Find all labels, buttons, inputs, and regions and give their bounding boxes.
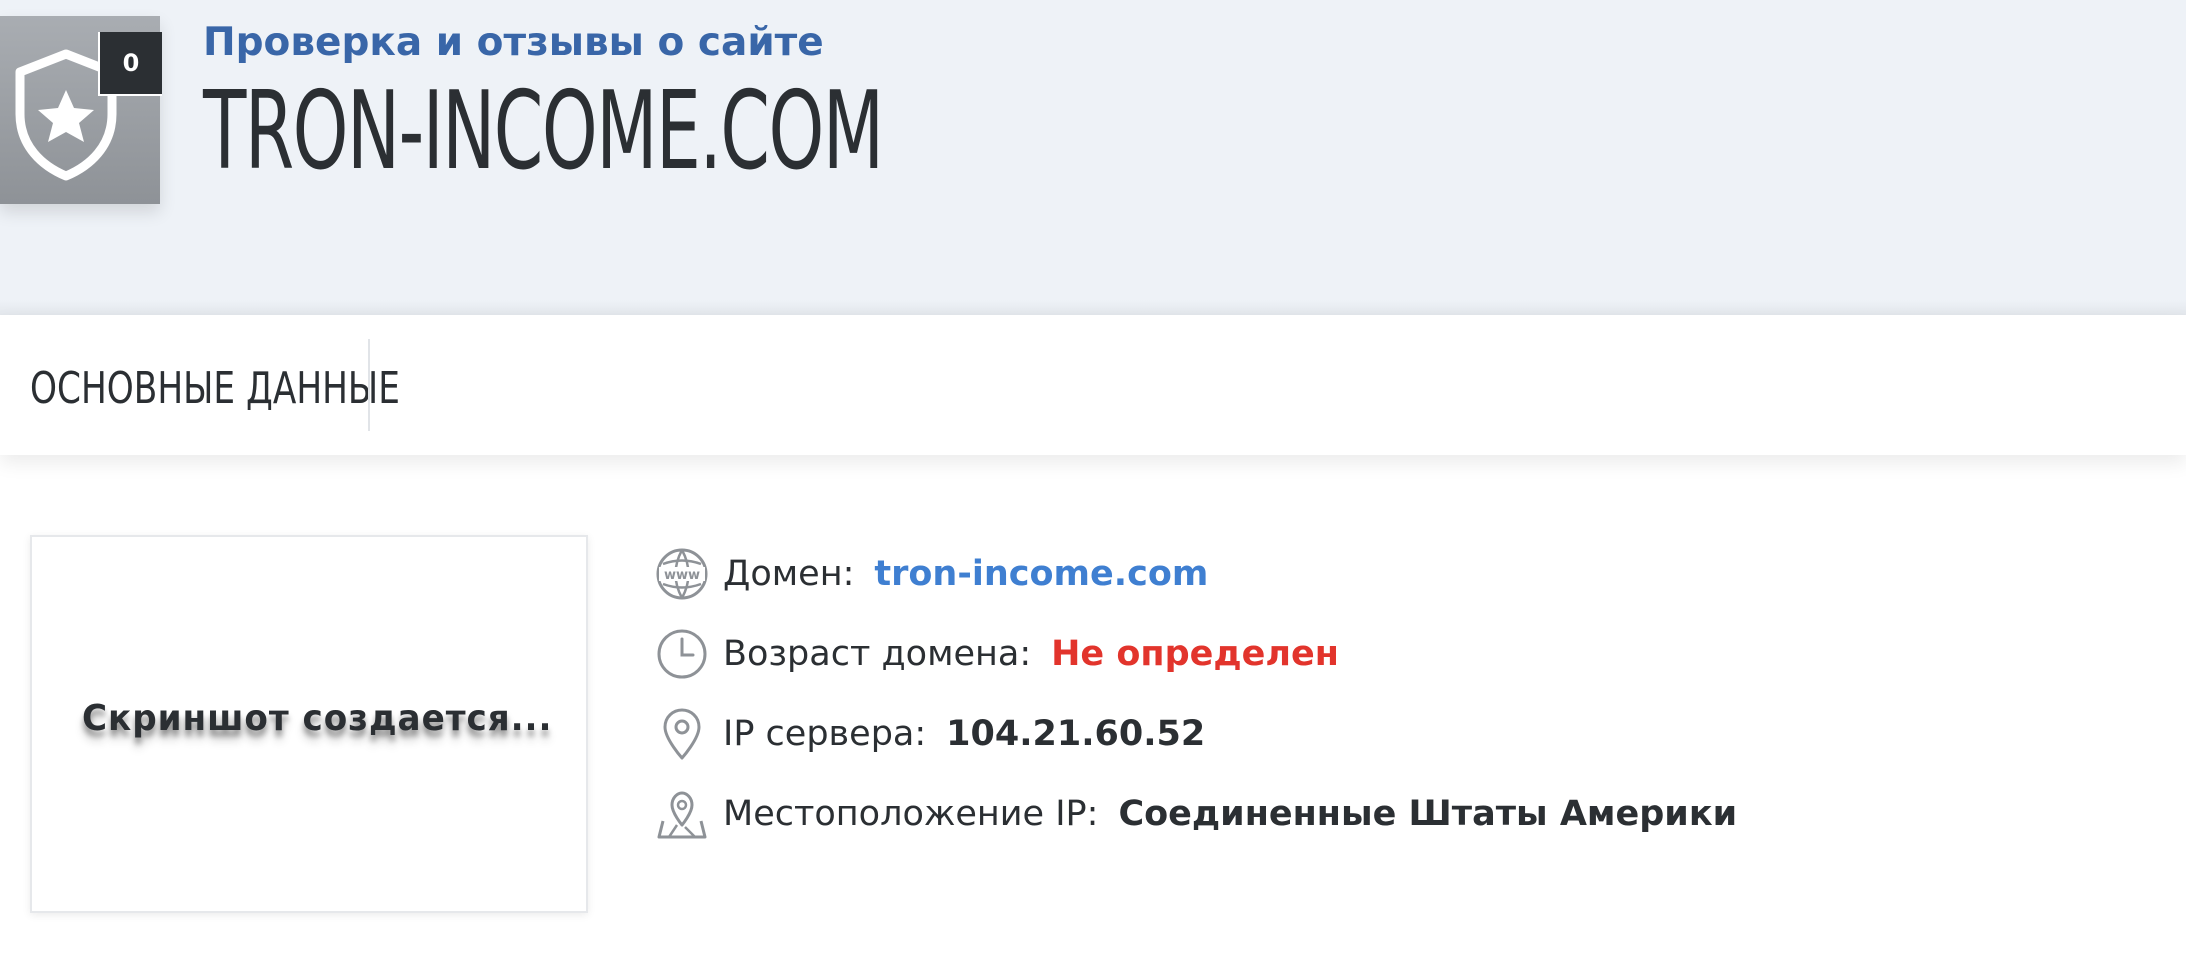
tabs-bar: ОСНОВНЫЕ ДАННЫЕ xyxy=(0,315,2186,455)
clock-icon xyxy=(657,629,707,679)
ip-location-label: Местоположение IP: xyxy=(723,794,1099,834)
svg-text:www: www xyxy=(664,568,700,583)
domain-age-label: Возраст домена: xyxy=(723,634,1032,674)
tab-main-data[interactable]: ОСНОВНЫЕ ДАННЫЕ xyxy=(30,363,400,414)
map-pin-icon xyxy=(663,708,701,760)
map-location-icon xyxy=(657,791,707,839)
server-ip-value: 104.21.60.52 xyxy=(946,714,1206,754)
domain-label: Домен: xyxy=(723,554,855,594)
server-ip-label: IP сервера: xyxy=(723,714,927,754)
site-screenshot-placeholder: Скриншот создается... xyxy=(30,535,588,913)
info-row-ip-location: Местоположение IP: Соединенные Штаты Аме… xyxy=(655,784,1737,844)
site-header: 0 Проверка и отзывы о сайте TRON-INCOME.… xyxy=(0,0,2186,315)
review-count-badge: 0 xyxy=(98,32,162,96)
screenshot-status-text: Скриншот создается... xyxy=(82,698,553,739)
info-row-server-ip: IP сервера: 104.21.60.52 xyxy=(655,704,1205,764)
ip-location-value: Соединенные Штаты Америки xyxy=(1118,794,1738,834)
info-row-domain: www Домен: tron-income.com xyxy=(655,544,1208,604)
trust-badge: 0 xyxy=(0,16,162,204)
info-row-domain-age: Возраст домена: Не определен xyxy=(655,624,1339,684)
page-subtitle: Проверка и отзывы о сайте xyxy=(203,20,824,65)
globe-www-icon: www xyxy=(656,548,708,600)
page-title: TRON-INCOME.COM xyxy=(203,69,884,194)
tab-divider xyxy=(368,339,370,431)
domain-age-value: Не определен xyxy=(1051,634,1339,674)
domain-link[interactable]: tron-income.com xyxy=(874,554,1208,594)
header-bottom-shade xyxy=(0,300,2186,315)
